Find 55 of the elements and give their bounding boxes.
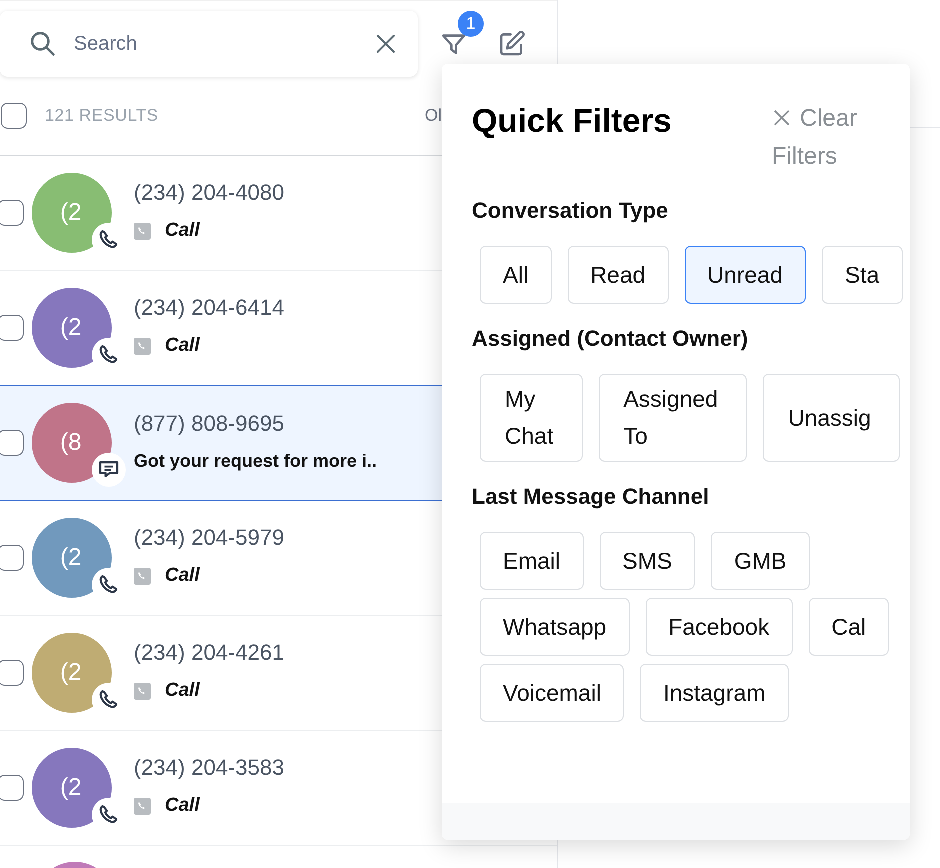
filter-chip[interactable]: Unassig [763, 374, 900, 462]
close-icon[interactable] [374, 32, 398, 56]
select-all-checkbox[interactable] [1, 103, 27, 129]
message-preview: Got your request for more i.. [134, 450, 378, 472]
message-preview: Call [165, 680, 200, 702]
avatar: (2 [32, 173, 112, 253]
row-checkbox[interactable] [0, 430, 24, 456]
filter-chip[interactable]: Cal [808, 598, 890, 656]
avatar: (8 [32, 403, 112, 483]
phone-icon [134, 338, 151, 354]
message-icon [92, 453, 126, 487]
avatar: (2 [32, 288, 112, 368]
filter-chip[interactable]: All [480, 246, 552, 304]
filter-chip[interactable]: My Chat [480, 374, 583, 462]
phone-number: (234) 204-3583 [134, 755, 284, 781]
filter-chip[interactable]: Whatsapp [480, 598, 630, 656]
message-preview: Call [165, 565, 200, 587]
filter-chip[interactable]: Voicemail [480, 664, 624, 722]
filter-chip[interactable]: Email [480, 532, 584, 590]
compose-button[interactable] [498, 30, 526, 58]
close-icon [772, 108, 792, 128]
sort-label[interactable]: Ol [425, 106, 442, 126]
message-preview: Call [165, 795, 200, 817]
phone-icon [134, 568, 151, 584]
phone-number: (234) 204-5979 [134, 525, 284, 551]
avatar: (2 [32, 748, 112, 828]
phone-number: (234) 204-6414 [134, 295, 284, 321]
filter-chip[interactable]: Instagram [640, 664, 789, 722]
search-icon [28, 29, 58, 59]
row-checkbox[interactable] [0, 315, 24, 341]
row-checkbox[interactable] [0, 200, 24, 226]
phone-number: (234) 204-4261 [134, 640, 284, 666]
search-field[interactable]: Search [0, 11, 418, 77]
filter-chip[interactable]: Assigned To [598, 374, 748, 462]
avatar: (2 [32, 633, 112, 713]
row-checkbox[interactable] [0, 660, 24, 686]
panel-title: Quick Filters [472, 102, 672, 140]
phone-number: (877) 808-9695 [134, 410, 286, 436]
message-preview: Call [165, 220, 200, 242]
results-count: 121 RESULTS [45, 106, 159, 126]
phone-number: (234) 204-4080 [134, 180, 284, 206]
row-checkbox[interactable] [0, 775, 24, 801]
row-checkbox[interactable] [0, 545, 24, 571]
filter-chip[interactable]: GMB [711, 532, 810, 590]
message-preview: Call [165, 335, 200, 357]
filter-chip[interactable]: Facebook [646, 598, 793, 656]
filter-chip[interactable]: Read [568, 246, 669, 304]
phone-icon [134, 798, 151, 814]
avatar: (2 [32, 518, 112, 598]
count-badge: 1 [458, 11, 484, 37]
filter-chip[interactable]: Unread [684, 246, 806, 304]
filter-chip[interactable]: Sta [822, 246, 903, 304]
phone-icon [134, 682, 151, 700]
filter-chip[interactable]: SMS [600, 532, 696, 590]
phone-icon [134, 222, 151, 240]
